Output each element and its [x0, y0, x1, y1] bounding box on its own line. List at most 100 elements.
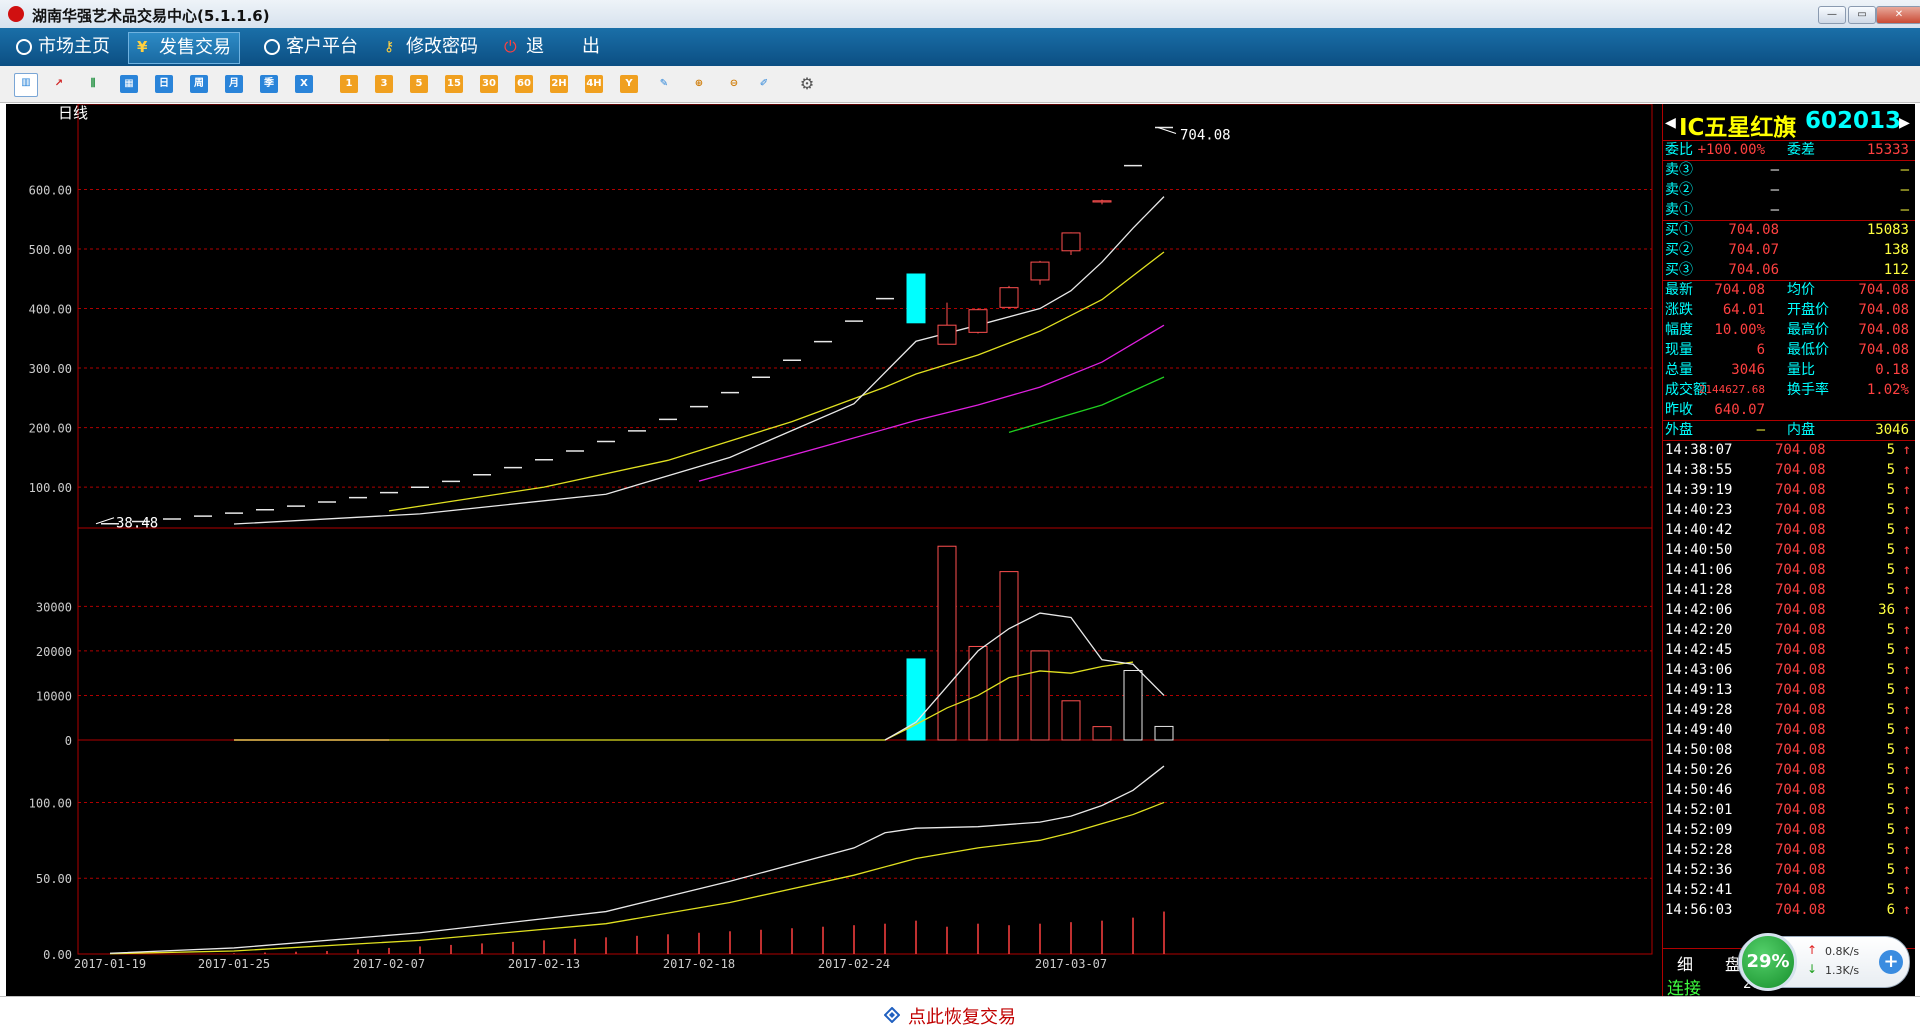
network-badge[interactable]: 29% ↑ 0.8K/s ↓ 1.3K/s +: [1738, 933, 1910, 991]
draw-icon[interactable]: ✐: [755, 75, 773, 93]
tick-time: 14:49:28: [1665, 702, 1733, 718]
tick-price: 704.08: [1775, 822, 1826, 838]
tick-price: 704.08: [1775, 842, 1826, 858]
yen-icon: ¥: [137, 38, 148, 56]
stat-value: 704.08: [1858, 282, 1909, 298]
tick-row: 14:49:28 704.08 5 ↑: [1663, 700, 1915, 720]
price-tick-label: 200.00: [29, 422, 72, 436]
tick-row: 14:49:40 704.08 5 ↑: [1663, 720, 1915, 740]
tick-row: 14:50:46 704.08 5 ↑: [1663, 780, 1915, 800]
tick-row: 14:42:06 704.08 36 ↑: [1663, 600, 1915, 620]
menu-logout[interactable]: ⏻ 退: [496, 32, 552, 62]
menu-bar: 市场主页 ¥ 发售交易 客户平台 ⚷ 修改密码 ⏻ 退 出: [0, 28, 1920, 66]
menu-change-password[interactable]: ⚷ 修改密码: [376, 32, 486, 62]
line-chart-icon[interactable]: ↗: [50, 75, 68, 93]
expand-plus-icon[interactable]: +: [1879, 950, 1903, 974]
stat-label: 换手率: [1787, 382, 1829, 398]
menu-issue-trade[interactable]: ¥ 发售交易: [128, 32, 240, 64]
tick-up-arrow-icon: ↑: [1902, 902, 1911, 918]
high-marker: [1157, 127, 1177, 134]
tick-row: 14:56:03 704.08 6 ↑: [1663, 900, 1915, 920]
next-stock-icon[interactable]: ▶: [1899, 112, 1910, 133]
menu-market-home[interactable]: 市场主页: [8, 32, 118, 62]
period-season-button[interactable]: 季: [260, 75, 278, 93]
minimize-button[interactable]: —: [1818, 6, 1846, 24]
weibi-value: +100.00%: [1697, 142, 1765, 158]
minute-3-button[interactable]: 3: [375, 75, 393, 93]
stat-value: 704.08: [1858, 302, 1909, 318]
kline-chart[interactable]: 日线 600.00 500.00 400.00 300.00 200.00 100.00 30…: [6, 104, 1656, 996]
maximize-button[interactable]: ▭: [1848, 6, 1876, 24]
calendar-icon[interactable]: ▦: [120, 75, 138, 93]
minute-1-button[interactable]: 1: [340, 75, 358, 93]
period-day-button[interactable]: 日: [155, 75, 173, 93]
stat-row: 昨收 640.07: [1663, 400, 1915, 420]
period-week-button[interactable]: 周: [190, 75, 208, 93]
refresh-icon: [16, 39, 32, 55]
zoom-out-icon[interactable]: ⊖: [725, 75, 743, 93]
volume-tick-label: 10000: [36, 689, 72, 703]
sell-label: 卖①: [1665, 202, 1693, 218]
tick-up-arrow-icon: ↑: [1902, 642, 1911, 658]
stock-header: ◀ IC五星红旗 602013 ▶: [1663, 104, 1915, 141]
refresh-icon: [264, 39, 280, 55]
tick-up-arrow-icon: ↑: [1902, 822, 1911, 838]
title-bar: 湖南华强艺术品交易中心(5.1.1.6) — ▭ ✕: [0, 0, 1920, 29]
year-button[interactable]: Y: [620, 75, 638, 93]
weicha-value: 15333: [1866, 142, 1909, 158]
prev-stock-icon[interactable]: ◀: [1665, 112, 1676, 133]
period-year-button[interactable]: X: [295, 75, 313, 93]
period-month-button[interactable]: 月: [225, 75, 243, 93]
tick-price: 704.08: [1775, 902, 1826, 918]
tick-volume: 5: [1886, 822, 1895, 838]
tick-time: 14:40:23: [1665, 502, 1733, 518]
tick-row: 14:52:09 704.08 5 ↑: [1663, 820, 1915, 840]
buy-volume: 138: [1883, 242, 1909, 258]
tick-volume: 5: [1886, 682, 1895, 698]
note-icon[interactable]: ✎: [655, 75, 673, 93]
upload-speed: 0.8K/s: [1825, 945, 1860, 958]
tick-up-arrow-icon: ↑: [1902, 722, 1911, 738]
low-annotation: 38.48: [116, 516, 158, 532]
zoom-in-icon[interactable]: ⊕: [690, 75, 708, 93]
tick-volume: 5: [1886, 582, 1895, 598]
sell-volume: —: [1900, 162, 1909, 178]
network-percent: 29%: [1739, 933, 1797, 991]
hour-4-button[interactable]: 4H: [585, 75, 603, 93]
close-button[interactable]: ✕: [1876, 6, 1920, 24]
tick-time: 14:40:42: [1665, 522, 1733, 538]
minute-60-button[interactable]: 60: [515, 75, 533, 93]
sell-row: 卖② — —: [1663, 180, 1915, 200]
menu-logout-2[interactable]: 出: [552, 32, 608, 62]
status-bar: 点此恢复交易: [0, 996, 1920, 1033]
tick-time: 14:50:26: [1665, 762, 1733, 778]
minute-5-button[interactable]: 5: [410, 75, 428, 93]
kline-chart-icon[interactable]: ▥: [14, 73, 38, 97]
minute-15-button[interactable]: 15: [445, 75, 463, 93]
tick-volume: 5: [1886, 642, 1895, 658]
tick-row: 14:39:19 704.08 5 ↑: [1663, 480, 1915, 500]
menu-client-platform[interactable]: 客户平台: [256, 32, 366, 62]
tick-price: 704.08: [1775, 782, 1826, 798]
date-tick-label: 2017-02-13: [508, 957, 580, 971]
candle-up: [1061, 232, 1081, 252]
menu-label: 修改密码: [406, 36, 478, 57]
candle-up: [968, 309, 988, 333]
candle-chart-icon[interactable]: ⫼: [84, 75, 102, 93]
tick-volume: 5: [1886, 522, 1895, 538]
tick-time: 14:40:50: [1665, 542, 1733, 558]
stat-label: 最新: [1665, 282, 1693, 298]
gear-icon[interactable]: ⚙: [798, 75, 816, 93]
date-tick-label: 2017-01-25: [198, 957, 270, 971]
hour-2-button[interactable]: 2H: [550, 75, 568, 93]
volume-ma-white: [884, 612, 1165, 741]
tick-up-arrow-icon: ↑: [1902, 542, 1911, 558]
tick-time: 14:52:41: [1665, 882, 1733, 898]
restore-trading-link[interactable]: 点此恢复交易: [908, 1003, 1016, 1029]
minute-30-button[interactable]: 30: [480, 75, 498, 93]
volume-bar: [968, 645, 988, 741]
tick-time: 14:52:01: [1665, 802, 1733, 818]
tick-time: 14:52:36: [1665, 862, 1733, 878]
tick-up-arrow-icon: ↑: [1902, 842, 1911, 858]
indicator-white-line: [109, 765, 1165, 954]
